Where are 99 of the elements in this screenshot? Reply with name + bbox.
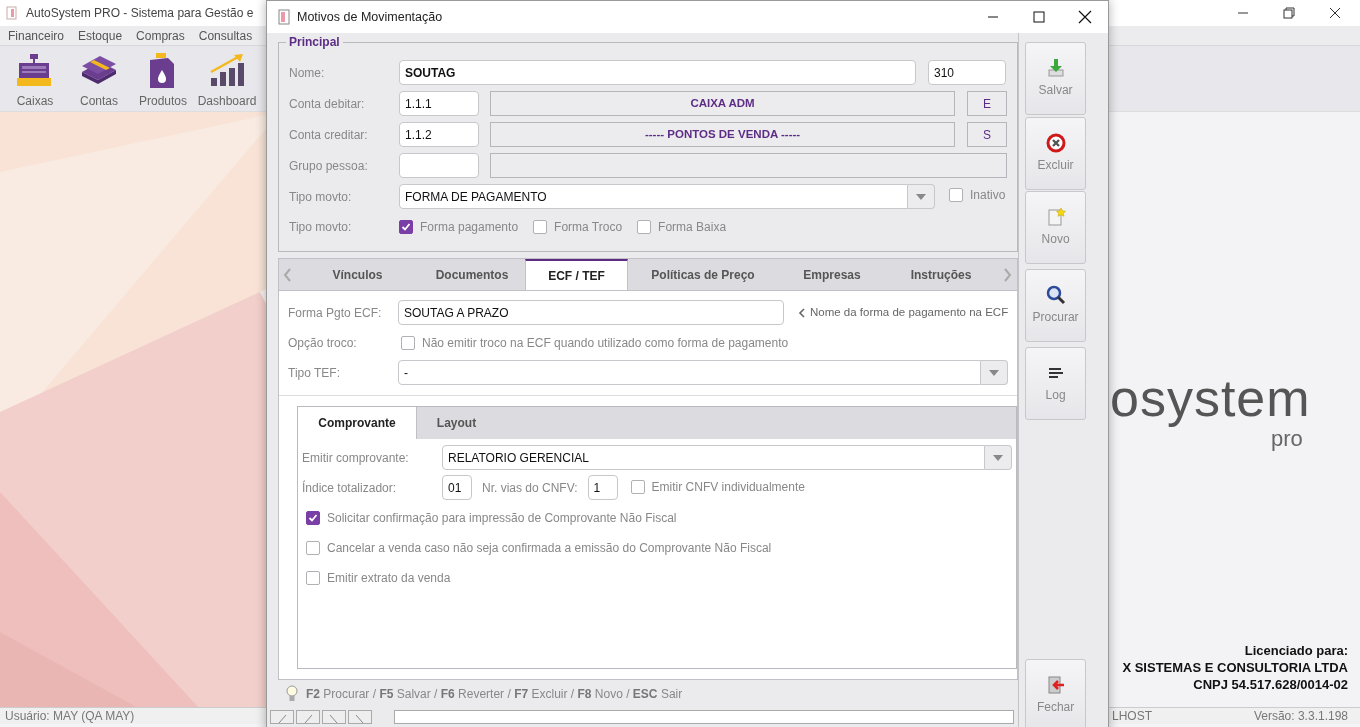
tab[interactable]: Documentos xyxy=(419,259,525,290)
status-text: Versão: 3.3.1.198 xyxy=(1253,708,1348,725)
tab[interactable]: Comprovante xyxy=(298,407,417,439)
bar-chart-icon xyxy=(208,52,246,88)
download-icon xyxy=(1045,58,1066,78)
license-text: X SISTEMAS E CONSULTORIA LTDA xyxy=(1122,660,1348,675)
status-text: LHOST xyxy=(1112,708,1152,725)
input-field[interactable]: 1.1.1 xyxy=(399,91,479,116)
checkbox[interactable] xyxy=(637,219,652,234)
toolbar-button[interactable]: Dashboard xyxy=(198,52,256,111)
toolbar-button[interactable]: Produtos xyxy=(134,52,192,111)
tab[interactable]: ECF / TEF xyxy=(525,259,628,290)
field-label: Tipo movto: xyxy=(289,188,353,206)
checkbox[interactable] xyxy=(306,540,320,555)
checkbox[interactable] xyxy=(399,219,413,234)
dropdown-field[interactable]: - xyxy=(398,360,981,385)
checkbox-label: Não emitir troco na ECF quando utilizado como forma de pagamento xyxy=(422,334,789,352)
license-text: CNPJ 54.517.628/0014-02 xyxy=(1193,677,1348,692)
checkbox-label: Forma Baixa xyxy=(658,218,727,236)
field-label: Forma Pgto ECF: xyxy=(288,304,383,322)
section-title: Principal xyxy=(286,35,343,50)
hint-text: Nome da forma de pagamento na ECF xyxy=(810,304,1009,320)
tab[interactable]: Instruções xyxy=(886,259,996,290)
caret-icon xyxy=(989,369,999,376)
close-icon[interactable] xyxy=(1327,5,1343,21)
flag-button[interactable]: E xyxy=(967,91,1008,116)
field-label: Opção troco: xyxy=(288,334,358,352)
status-text: Usuário: MAY (QA MAY) xyxy=(5,709,135,723)
field-label: Grupo pessoa: xyxy=(289,157,369,175)
field-label: Conta debitar: xyxy=(289,95,366,113)
light-bulb-icon xyxy=(286,685,298,703)
checkbox-label: Forma Troco xyxy=(554,218,623,236)
toolbar-button[interactable]: Contas xyxy=(70,52,128,111)
field-label: Tipo movto: xyxy=(289,218,353,236)
toolbar-button[interactable]: Caixas xyxy=(6,52,64,111)
dropdown-button[interactable] xyxy=(908,184,935,209)
menu-item[interactable]: Estoque xyxy=(78,26,123,45)
field-label: Emitir comprovante: xyxy=(302,449,410,467)
input-field[interactable] xyxy=(394,710,1014,724)
search-icon xyxy=(1045,285,1066,305)
dropdown-field[interactable]: FORMA DE PAGAMENTO xyxy=(399,184,908,209)
input-field[interactable] xyxy=(399,153,479,178)
checkbox[interactable] xyxy=(306,510,320,525)
caret-icon xyxy=(916,193,926,200)
checkbox-label: Solicitar confirmação para impressão de Comprovante Não Fiscal xyxy=(327,509,677,527)
tab[interactable]: Empresas xyxy=(778,259,886,290)
input-field[interactable]: 310 xyxy=(928,60,1006,85)
input-field[interactable]: 01 xyxy=(442,475,472,500)
window-title: AutoSystem PRO - Sistema para Gestão e xyxy=(26,5,254,22)
last-record-button[interactable] xyxy=(348,710,372,724)
checkbox[interactable] xyxy=(949,187,963,202)
input-field[interactable]: SOUTAG A PRAZO xyxy=(398,300,784,325)
dropdown-button[interactable] xyxy=(985,445,1012,470)
close-icon[interactable] xyxy=(1077,9,1093,25)
checkbox-label: Inativo xyxy=(970,186,1006,204)
field-label: Índice totalizador: xyxy=(302,479,398,497)
cash-register-icon xyxy=(16,52,54,88)
checkbox-label: Forma pagamento xyxy=(420,218,519,236)
field-label: Nr. vias do CNFV: xyxy=(482,479,578,497)
account-name-display: ----- PONTOS DE VENDA ----- xyxy=(490,122,956,147)
previous-record-button[interactable] xyxy=(296,710,320,724)
checkbox-label: Emitir CNFV individualmente xyxy=(651,478,805,496)
maximize-icon[interactable] xyxy=(1031,9,1047,25)
license-text: Licenciado para: xyxy=(1244,643,1348,658)
dialog-title: Motivos de Movimentação xyxy=(297,8,443,26)
chevron-left-icon xyxy=(798,307,806,318)
checkbox[interactable] xyxy=(306,570,320,585)
next-record-button[interactable] xyxy=(322,710,346,724)
flag-button[interactable]: S xyxy=(967,122,1008,147)
input-field[interactable]: SOUTAG xyxy=(399,60,916,85)
shortcut-hint-text: F2 Procurar / F5 Salvar / F6 Reverter / F7 Excluir / F8 Novo / ESC Sair xyxy=(306,686,683,703)
menu-item[interactable]: Consultas xyxy=(198,26,253,45)
checkbox-label: Cancelar a venda caso não seja confirmada a emissão do Comprovante Não Fiscal xyxy=(327,539,772,557)
field-label: Conta creditar: xyxy=(289,126,369,144)
input-field[interactable]: 1 xyxy=(587,475,618,500)
app-icon xyxy=(6,6,20,20)
menu-item[interactable]: Compras xyxy=(136,26,185,45)
checkbox[interactable] xyxy=(533,219,548,234)
checkbox-label: Emitir extrato da venda xyxy=(327,569,451,587)
dropdown-field[interactable]: RELATORIO GERENCIAL xyxy=(442,445,985,470)
exit-door-icon xyxy=(1045,675,1066,695)
logo-subtitle: pro xyxy=(1271,428,1303,450)
field-label: Tipo TEF: xyxy=(288,364,341,382)
account-name-display: CAIXA ADM xyxy=(490,91,956,116)
restore-icon[interactable] xyxy=(1281,5,1297,21)
tab[interactable]: Políticas de Preço xyxy=(628,259,778,290)
first-record-button[interactable] xyxy=(270,710,294,724)
tab[interactable]: Layout xyxy=(417,407,496,439)
menu-item[interactable]: Financeiro xyxy=(8,26,65,45)
checkbox[interactable] xyxy=(401,335,415,350)
tab[interactable]: Vínculos xyxy=(296,259,419,290)
new-document-icon xyxy=(1045,207,1066,227)
delete-icon xyxy=(1045,133,1066,153)
caret-icon xyxy=(993,454,1003,461)
window-icon xyxy=(277,9,291,25)
field-label: Nome: xyxy=(289,64,326,82)
input-field[interactable]: 1.1.2 xyxy=(399,122,479,147)
checkbox[interactable] xyxy=(630,479,645,494)
dropdown-button[interactable] xyxy=(981,360,1008,385)
